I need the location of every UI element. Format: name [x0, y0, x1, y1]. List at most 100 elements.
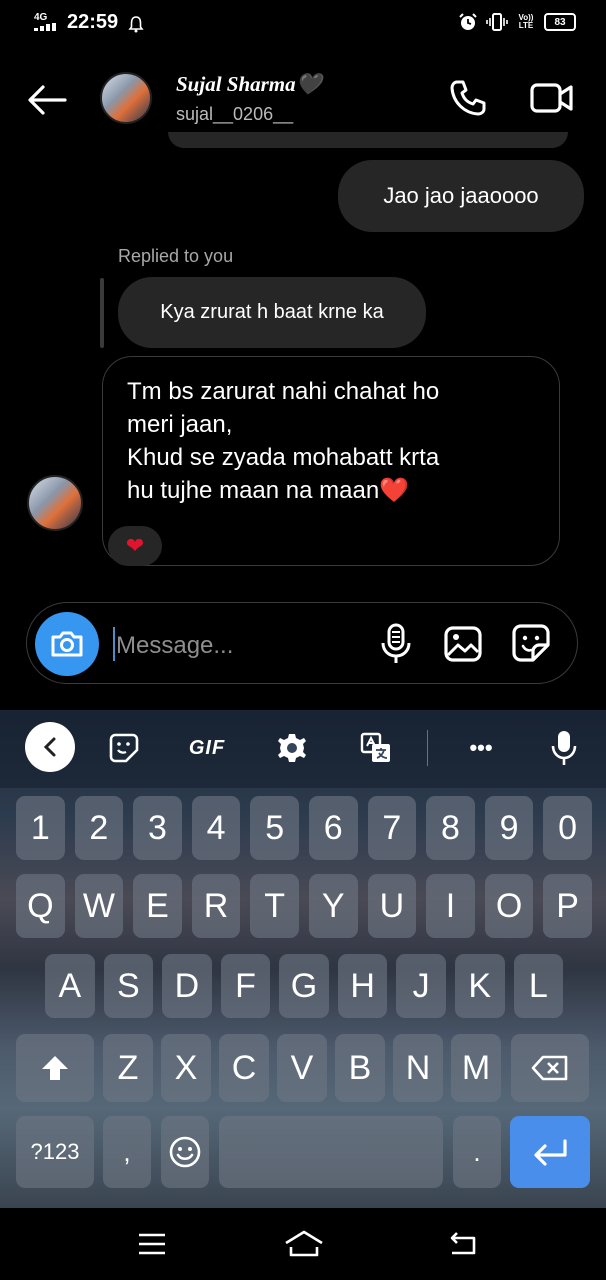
contact-name[interactable]: Sujal Sharma🖤	[176, 72, 322, 97]
key-j[interactable]: J	[396, 954, 446, 1018]
key-0[interactable]: 0	[543, 796, 592, 860]
key-g[interactable]: G	[279, 954, 329, 1018]
key-h[interactable]: H	[337, 954, 388, 1018]
sender-avatar[interactable]	[27, 475, 83, 531]
contact-username[interactable]: sujal__0206__	[176, 104, 293, 125]
key-k[interactable]: K	[454, 954, 505, 1018]
shift-key[interactable]	[16, 1034, 94, 1102]
smiley-icon	[169, 1136, 201, 1168]
back-button[interactable]	[24, 78, 70, 122]
key-f[interactable]: F	[220, 954, 271, 1018]
recent-apps-button[interactable]	[134, 1228, 170, 1260]
key-z[interactable]: Z	[103, 1034, 153, 1102]
contact-avatar[interactable]	[100, 72, 152, 124]
vibrate-icon	[486, 13, 508, 31]
key-e[interactable]: E	[133, 874, 182, 938]
voice-call-button[interactable]	[444, 74, 492, 122]
key-a[interactable]: A	[45, 954, 95, 1018]
space-key[interactable]	[219, 1116, 443, 1188]
home-icon	[285, 1230, 323, 1257]
emoji-key[interactable]	[161, 1116, 209, 1188]
asdf-row: A S D F G H J K L	[45, 954, 564, 1018]
zxcv-row: Z X C V B N M	[103, 1034, 501, 1102]
key-9[interactable]: 9	[484, 796, 534, 860]
status-right: Vo)) LTE 83	[458, 12, 576, 32]
gif-tool[interactable]: GIF	[180, 732, 234, 764]
voice-input-tool[interactable]	[548, 728, 580, 768]
volte-indicator: Vo)) LTE	[518, 13, 534, 30]
symbols-key[interactable]: ?123	[16, 1116, 94, 1188]
alarm-icon	[459, 13, 477, 30]
translate-icon	[360, 732, 390, 762]
key-w[interactable]: W	[74, 874, 124, 938]
backspace-key[interactable]	[511, 1034, 589, 1102]
key-o[interactable]: O	[484, 874, 534, 938]
key-u[interactable]: U	[367, 874, 417, 938]
clock: 22:59	[67, 11, 119, 33]
quoted-message[interactable]: Kya zrurat h baat krne ka	[118, 277, 426, 348]
key-l[interactable]: L	[513, 954, 564, 1018]
key-2[interactable]: 2	[74, 796, 124, 860]
translate-tool[interactable]	[358, 730, 394, 766]
key-s[interactable]: S	[103, 954, 154, 1018]
emoji-sticker-tool[interactable]	[106, 730, 142, 766]
network-type: 4G	[34, 12, 48, 23]
key-y[interactable]: Y	[308, 874, 358, 938]
network-indicator: 4G	[34, 13, 58, 34]
key-x[interactable]: X	[161, 1034, 211, 1102]
period-key[interactable]: .	[453, 1116, 501, 1188]
voice-message-button[interactable]	[376, 620, 416, 668]
key-i[interactable]: I	[426, 874, 475, 938]
collapse-toolbar-button[interactable]	[25, 722, 75, 772]
key-1[interactable]: 1	[16, 796, 65, 860]
key-4[interactable]: 4	[191, 796, 241, 860]
signal-icon	[34, 23, 56, 31]
video-camera-icon	[530, 83, 573, 113]
key-5[interactable]: 5	[250, 796, 299, 860]
settings-tool[interactable]	[274, 730, 310, 766]
comma-key[interactable]: ,	[103, 1116, 151, 1188]
video-call-button[interactable]	[528, 74, 576, 122]
qwerty-row: Q W E R T Y U I O P	[16, 874, 592, 938]
key-7[interactable]: 7	[367, 796, 417, 860]
notification-bell-icon	[128, 16, 144, 33]
key-r[interactable]: R	[191, 874, 241, 938]
microphone-icon	[381, 623, 411, 663]
gallery-button[interactable]	[440, 622, 486, 666]
status-bar: 4G 22:59 Vo)) LTE 83	[0, 0, 606, 50]
sticker-button[interactable]	[508, 620, 554, 666]
back-arrow-icon	[28, 85, 67, 115]
key-3[interactable]: 3	[133, 796, 182, 860]
enter-icon	[534, 1139, 567, 1166]
key-m[interactable]: M	[451, 1034, 501, 1102]
key-n[interactable]: N	[393, 1034, 443, 1102]
key-d[interactable]: D	[162, 954, 212, 1018]
key-6[interactable]: 6	[308, 796, 358, 860]
sticker-icon	[512, 624, 550, 662]
backspace-icon	[531, 1055, 568, 1081]
key-c[interactable]: C	[219, 1034, 269, 1102]
key-t[interactable]: T	[250, 874, 299, 938]
key-b[interactable]: B	[335, 1034, 385, 1102]
home-button[interactable]	[282, 1226, 326, 1262]
outgoing-message[interactable]: Jao jao jaaoooo	[338, 160, 584, 232]
key-p[interactable]: P	[543, 874, 592, 938]
camera-icon	[51, 631, 83, 657]
more-tools-button[interactable]: •••	[458, 732, 504, 764]
key-q[interactable]: Q	[16, 874, 65, 938]
enter-key[interactable]	[510, 1116, 590, 1188]
phone-icon	[450, 80, 486, 116]
system-back-button[interactable]	[444, 1228, 480, 1260]
incoming-message[interactable]: Tm bs zarurat nahi chahat ho meri jaan, …	[102, 356, 560, 566]
return-icon	[450, 1232, 476, 1255]
key-v[interactable]: V	[277, 1034, 327, 1102]
heart-reaction[interactable]: ❤	[108, 526, 162, 566]
number-row: 1 2 3 4 5 6 7 8 9 0	[16, 796, 592, 860]
camera-button[interactable]	[35, 612, 99, 676]
message-input[interactable]	[114, 624, 368, 668]
shift-arrow-icon	[42, 1056, 68, 1080]
key-8[interactable]: 8	[426, 796, 475, 860]
microphone-icon	[551, 731, 577, 765]
toolbar-divider	[427, 730, 428, 766]
menu-lines-icon	[139, 1233, 165, 1255]
